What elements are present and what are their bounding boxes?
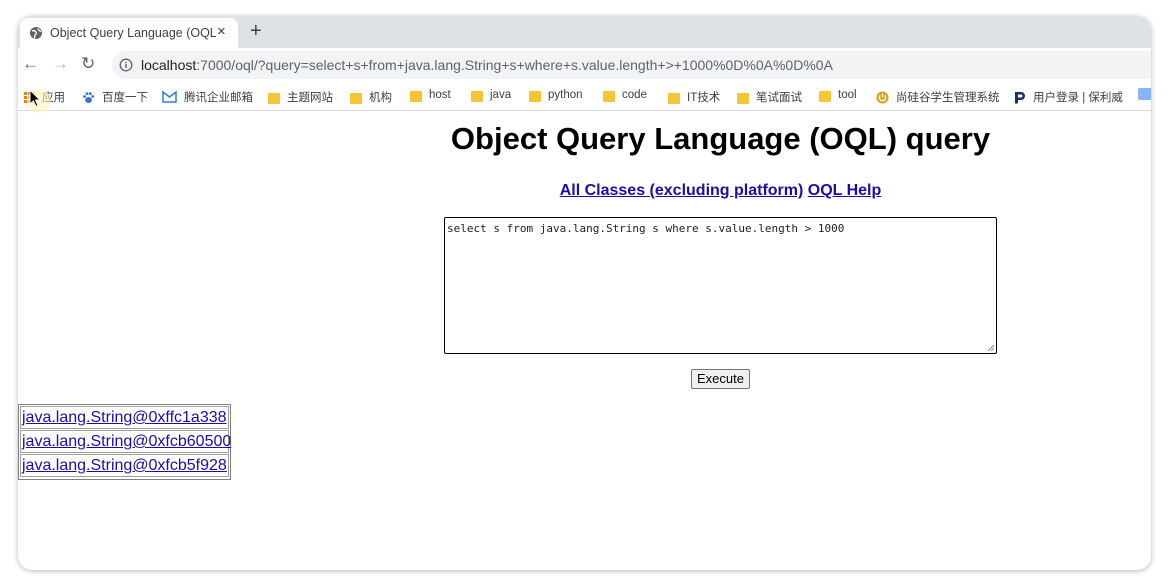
url-host: localhost xyxy=(141,57,197,73)
folder-icon xyxy=(668,92,680,104)
result-link[interactable]: java.lang.String@0xfcb60500 xyxy=(22,433,231,450)
url-text[interactable]: localhost:7000/oql/?query=select+s+from+… xyxy=(141,57,833,73)
page-title: Object Query Language (OQL) query xyxy=(450,121,991,156)
tab-oql-query[interactable]: Object Query Language (OQL) query × xyxy=(20,18,238,48)
folder-icon xyxy=(410,90,422,102)
bookmark-label: 腾讯企业邮箱 xyxy=(184,92,253,104)
bookmark-label: 机构 xyxy=(369,92,392,104)
bookmarks-overflow-icon[interactable] xyxy=(1138,88,1151,100)
folder-icon xyxy=(603,90,615,102)
browser-toolbar: ← → ↻ localhost:7000/oql/?query=select+s… xyxy=(18,48,1151,81)
bookmark-polyv-login[interactable]: 用户登录 | 保利威 xyxy=(1014,89,1123,105)
results-table: java.lang.String@0xffc1a338 java.lang.St… xyxy=(18,404,231,480)
bookmark-label: 尚硅谷学生管理系统 xyxy=(896,92,1000,104)
page-links: All Classes (excluding platform) OQL Hel… xyxy=(398,182,1043,200)
browser-window: Object Query Language (OQL) query × + ← … xyxy=(18,16,1151,570)
bookmark-tencent-mail[interactable]: 腾讯企业邮箱 xyxy=(162,89,253,105)
all-classes-link[interactable]: All Classes (excluding platform) xyxy=(560,182,804,199)
tab-close-icon[interactable]: × xyxy=(217,24,226,40)
bookmark-label: host xyxy=(429,89,451,101)
power-icon xyxy=(876,91,889,103)
folder-icon xyxy=(529,90,541,102)
table-row: java.lang.String@0xffc1a338 xyxy=(20,406,229,429)
oql-help-link[interactable]: OQL Help xyxy=(808,182,882,199)
resize-grip-icon[interactable] xyxy=(986,343,995,352)
polyv-icon xyxy=(1015,91,1025,103)
query-textarea[interactable] xyxy=(444,217,997,354)
tencent-mail-icon xyxy=(162,91,177,103)
bookmarks-bar: 应用 百度一下 腾讯企业邮箱 主题网站 机构 host java python … xyxy=(18,81,1151,111)
execute-button[interactable]: Execute xyxy=(691,369,750,389)
bookmark-label: 主题网站 xyxy=(287,92,333,104)
mouse-cursor-icon xyxy=(27,88,51,113)
reload-icon[interactable]: ↻ xyxy=(81,54,95,74)
bookmark-label: 用户登录 | 保利威 xyxy=(1033,92,1123,104)
bookmark-label: tool xyxy=(838,89,857,101)
bookmark-label: IT技术 xyxy=(687,92,721,104)
bookmark-label: 笔试面试 xyxy=(756,92,802,104)
bookmark-label: 百度一下 xyxy=(102,92,148,104)
bookmark-folder-org[interactable]: 机构 xyxy=(350,89,392,105)
folder-icon xyxy=(737,92,749,104)
table-row: java.lang.String@0xfcb5f928 xyxy=(20,454,229,477)
result-link[interactable]: java.lang.String@0xfcb5f928 xyxy=(22,457,227,474)
folder-icon xyxy=(471,90,483,102)
table-row: java.lang.String@0xfcb60500 xyxy=(20,430,231,453)
url-path: :7000/oql/?query=select+s+from+java.lang… xyxy=(196,57,833,73)
new-tab-icon[interactable]: + xyxy=(250,20,262,42)
page-content: Object Query Language (OQL) query All Cl… xyxy=(18,112,1151,570)
bookmark-folder-code[interactable]: code xyxy=(603,89,647,102)
bookmark-folder-interview[interactable]: 笔试面试 xyxy=(737,89,802,105)
bookmark-folder-python[interactable]: python xyxy=(529,89,583,102)
address-bar[interactable]: localhost:7000/oql/?query=select+s+from+… xyxy=(112,51,1151,79)
back-icon[interactable]: ← xyxy=(22,54,39,74)
bookmark-student-system[interactable]: 尚硅谷学生管理系统 xyxy=(876,89,1000,105)
forward-icon[interactable]: → xyxy=(52,54,69,74)
tab-strip: Object Query Language (OQL) query × + xyxy=(18,16,1151,48)
bookmark-label: python xyxy=(548,89,583,101)
folder-icon xyxy=(819,90,831,102)
bookmark-folder-tool[interactable]: tool xyxy=(819,89,857,102)
info-icon[interactable] xyxy=(119,58,133,72)
bookmark-folder-theme[interactable]: 主题网站 xyxy=(268,89,333,105)
bookmark-folder-it[interactable]: IT技术 xyxy=(668,89,720,105)
result-link[interactable]: java.lang.String@0xffc1a338 xyxy=(22,409,227,426)
globe-icon xyxy=(30,27,42,39)
bookmark-folder-java[interactable]: java xyxy=(471,89,512,102)
bookmark-label: code xyxy=(622,89,647,101)
folder-icon xyxy=(350,92,362,104)
bookmark-baidu[interactable]: 百度一下 xyxy=(82,89,148,105)
bookmark-folder-host[interactable]: host xyxy=(410,89,451,102)
tab-title: Object Query Language (OQL) query xyxy=(50,26,216,40)
folder-icon xyxy=(268,92,280,104)
bookmark-label: java xyxy=(490,89,512,101)
baidu-icon xyxy=(83,91,95,103)
